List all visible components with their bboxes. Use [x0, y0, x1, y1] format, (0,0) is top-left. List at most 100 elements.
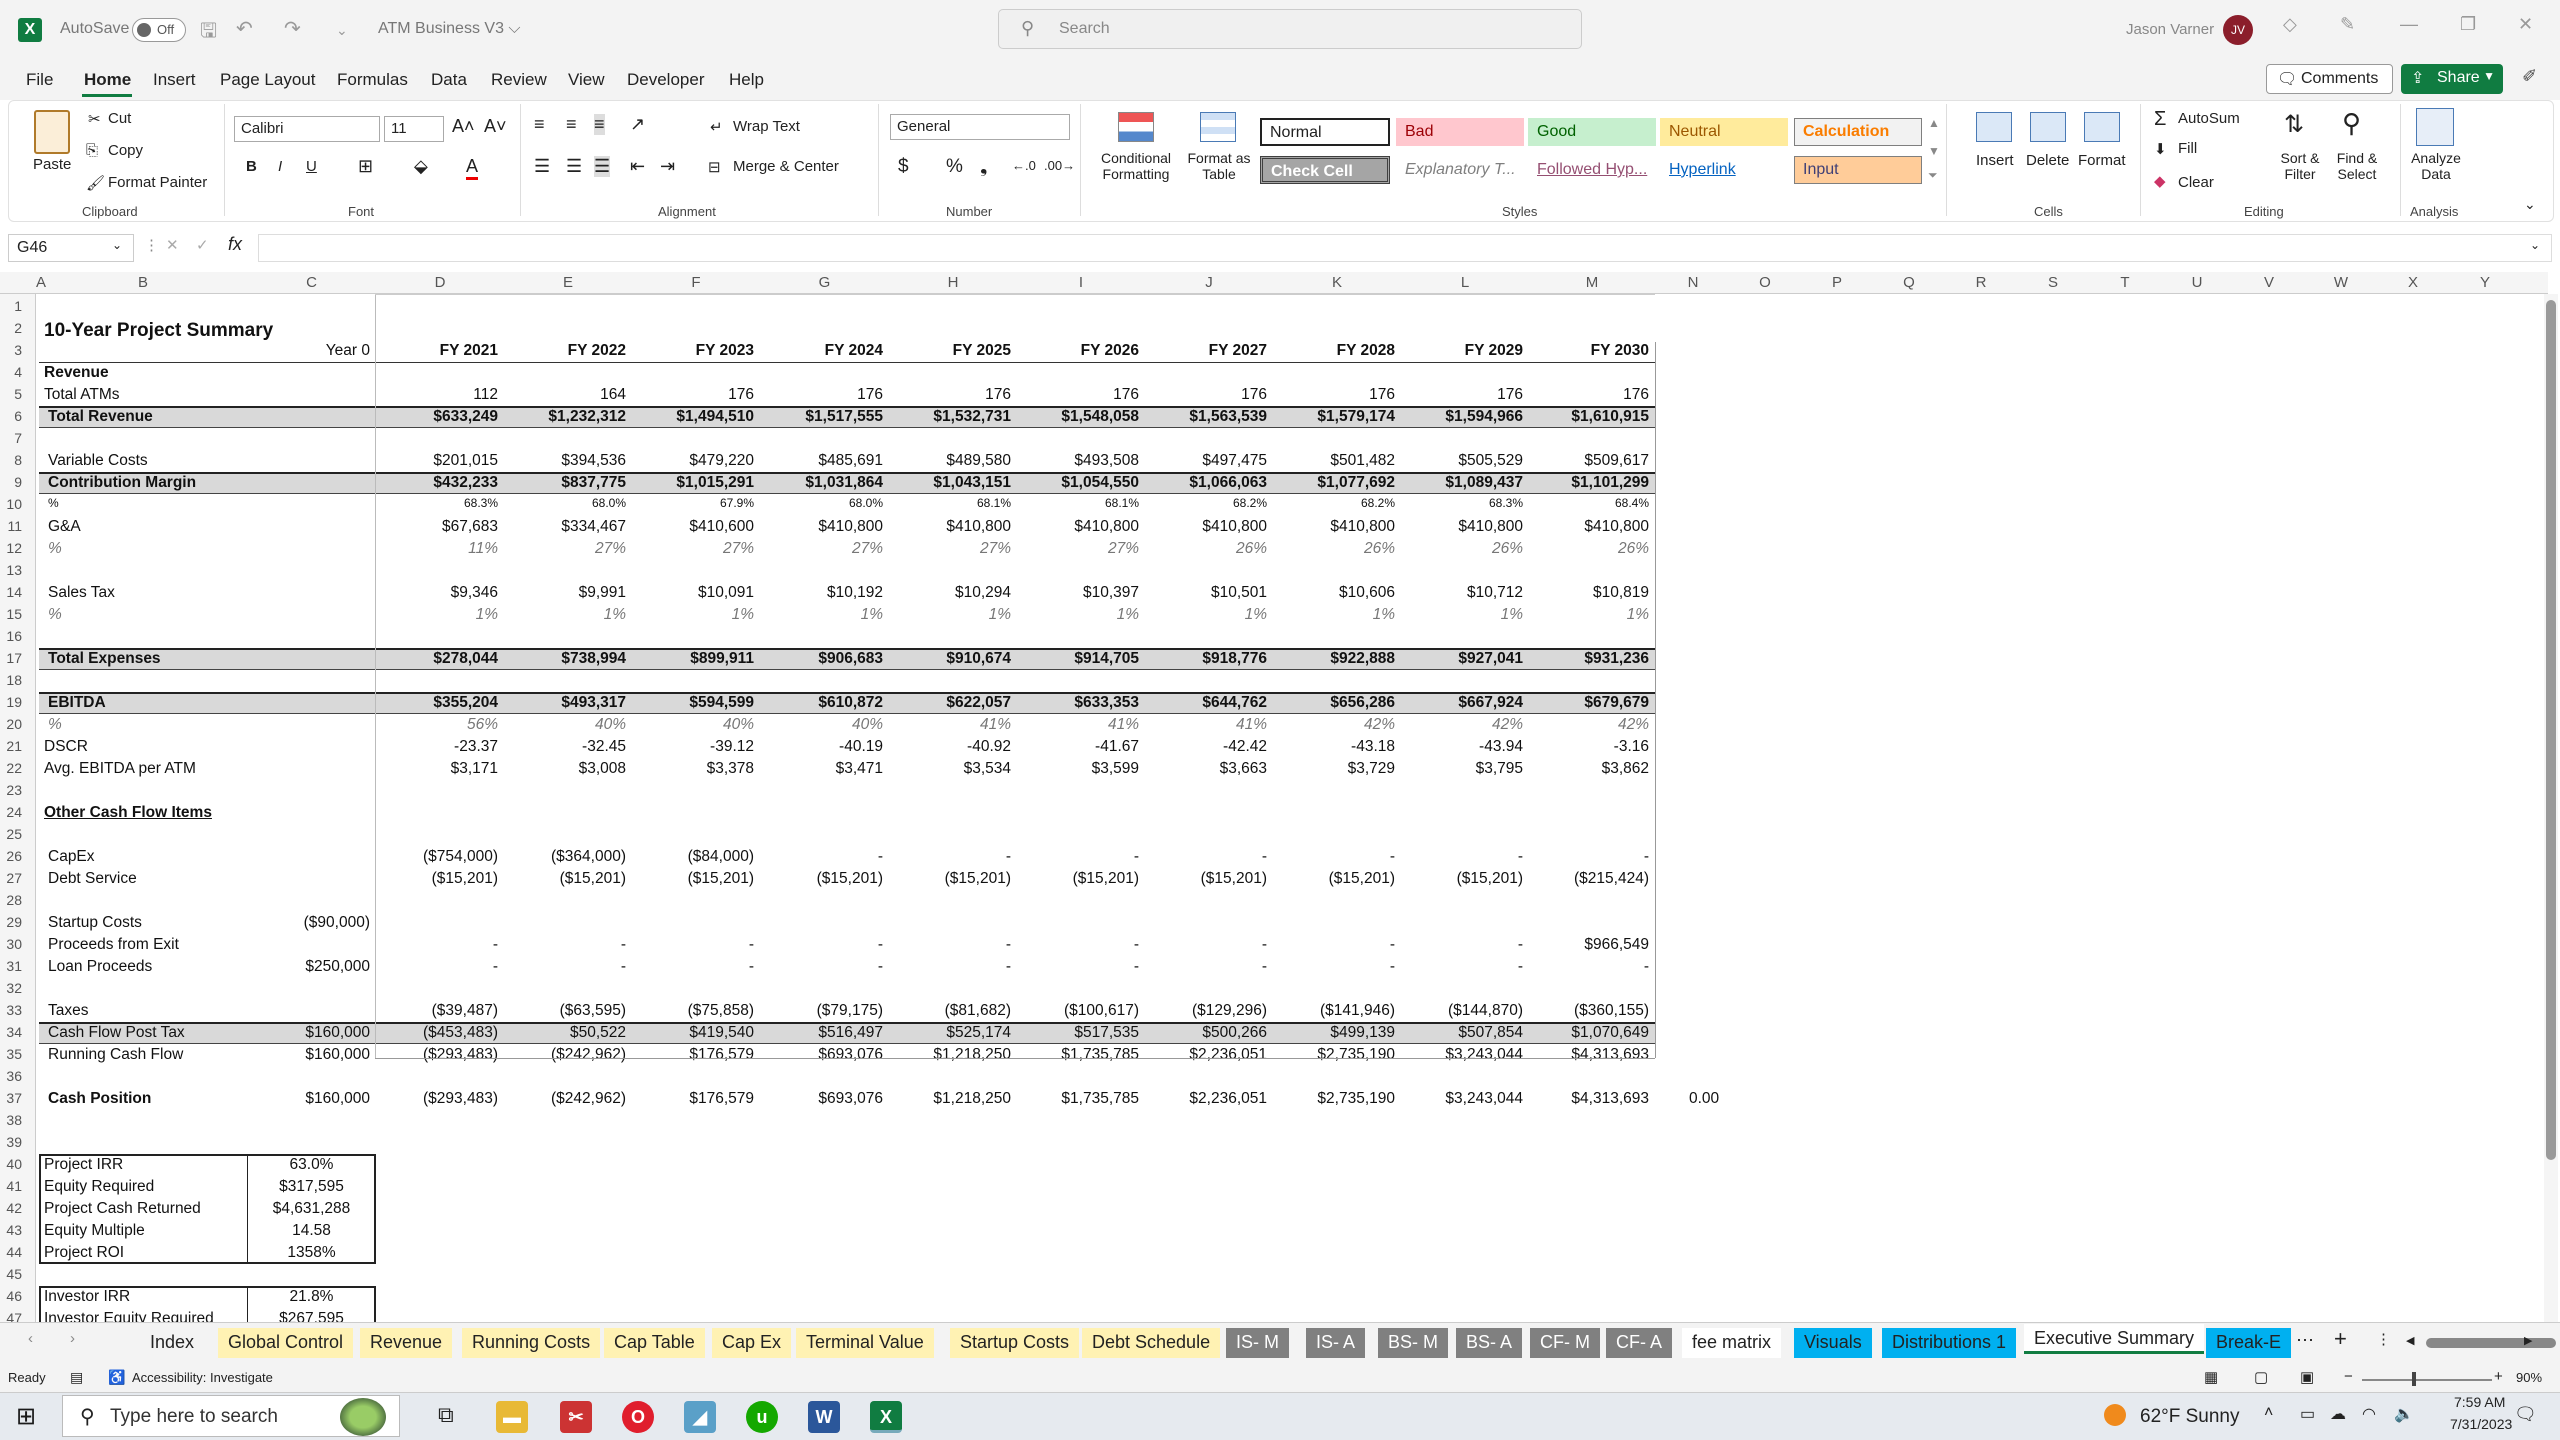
value-cell[interactable]: $201,015: [376, 452, 498, 470]
column-header-h[interactable]: H: [889, 274, 1017, 291]
style-explanatory[interactable]: Explanatory T...: [1396, 156, 1524, 184]
row-label[interactable]: DSCR: [44, 738, 88, 756]
increase-decimal-icon[interactable]: ←.0: [1012, 158, 1036, 173]
decrease-font-icon[interactable]: A˅: [484, 116, 507, 137]
value-cell[interactable]: $410,600: [632, 518, 754, 536]
metric-label[interactable]: Project ROI: [44, 1244, 124, 1262]
year0-value[interactable]: ($90,000): [247, 914, 370, 932]
row-header[interactable]: 42: [0, 1200, 22, 1216]
row-label[interactable]: Loan Proceeds: [48, 958, 152, 976]
value-cell[interactable]: -: [1273, 848, 1395, 866]
sheet-tab[interactable]: Revenue: [360, 1328, 453, 1358]
row-header[interactable]: 5: [0, 386, 22, 402]
row-header[interactable]: 38: [0, 1112, 22, 1128]
styles-more-icon[interactable]: ⏷: [1928, 168, 1938, 183]
sheet-tab[interactable]: Index: [140, 1328, 205, 1358]
add-sheet-icon[interactable]: +: [2334, 1326, 2347, 1352]
zoom-slider-thumb[interactable]: [2412, 1372, 2416, 1386]
value-cell[interactable]: 26%: [1401, 540, 1523, 558]
increase-font-icon[interactable]: A˄: [452, 116, 475, 137]
sheet-tab[interactable]: Distributions 1: [1882, 1328, 2017, 1358]
value-cell[interactable]: -23.37: [376, 738, 498, 756]
value-cell[interactable]: 40%: [632, 716, 754, 734]
row-header[interactable]: 32: [0, 980, 22, 996]
value-cell[interactable]: ($754,000): [376, 848, 498, 866]
value-cell[interactable]: $410,800: [1273, 518, 1395, 536]
year-header[interactable]: FY 2024: [760, 342, 883, 360]
value-cell[interactable]: -41.67: [1017, 738, 1139, 756]
year0-header[interactable]: Year 0: [247, 342, 370, 360]
value-cell[interactable]: $334,467: [504, 518, 626, 536]
value-cell[interactable]: $10,501: [1145, 584, 1267, 602]
sheet-tab[interactable]: IS- A: [1306, 1328, 1366, 1358]
value-cell[interactable]: ($81,682): [889, 1002, 1011, 1020]
value-cell[interactable]: $525,174: [889, 1024, 1011, 1042]
year-header[interactable]: FY 2021: [376, 342, 498, 360]
sheet-tab[interactable]: Terminal Value: [796, 1328, 934, 1358]
value-cell[interactable]: -: [1145, 958, 1267, 976]
menu-review[interactable]: Review: [491, 70, 547, 90]
delete-cells-icon[interactable]: [2030, 112, 2066, 142]
underline-icon[interactable]: U: [306, 158, 317, 175]
value-cell[interactable]: -: [1529, 958, 1649, 976]
value-cell[interactable]: 176: [1017, 386, 1139, 404]
insert-function-icon[interactable]: fx: [228, 234, 242, 255]
value-cell[interactable]: ($15,201): [1273, 870, 1395, 888]
value-cell[interactable]: ($453,483): [376, 1024, 498, 1042]
extra-value[interactable]: 0.00: [1689, 1090, 1719, 1108]
value-cell[interactable]: 176: [1273, 386, 1395, 404]
format-painter-icon[interactable]: 🖌: [86, 174, 105, 192]
more-icon[interactable]: ⋮: [144, 236, 159, 254]
value-cell[interactable]: ($15,201): [760, 870, 883, 888]
menu-data[interactable]: Data: [431, 70, 467, 90]
value-cell[interactable]: 42%: [1529, 716, 1649, 734]
autosum-button[interactable]: AutoSum: [2178, 110, 2240, 127]
value-cell[interactable]: $10,712: [1401, 584, 1523, 602]
value-cell[interactable]: $622,057: [889, 694, 1011, 712]
value-cell[interactable]: $910,674: [889, 650, 1011, 668]
style-input[interactable]: Input: [1794, 156, 1922, 184]
value-cell[interactable]: ($364,000): [504, 848, 626, 866]
align-top-icon[interactable]: ≡: [534, 114, 545, 135]
value-cell[interactable]: $738,994: [504, 650, 626, 668]
column-header-u[interactable]: U: [2161, 274, 2233, 291]
metric-label[interactable]: Project IRR: [44, 1156, 123, 1174]
menu-home[interactable]: Home: [84, 70, 131, 90]
value-cell[interactable]: 42%: [1401, 716, 1523, 734]
value-cell[interactable]: -: [376, 936, 498, 954]
value-cell[interactable]: -: [1017, 936, 1139, 954]
sheet-tab[interactable]: CF- A: [1606, 1328, 1673, 1358]
font-size-select[interactable]: 11: [384, 116, 444, 142]
sort-filter-icon[interactable]: ⇅: [2284, 110, 2304, 139]
sheet-tab[interactable]: BS- A: [1456, 1328, 1523, 1358]
value-cell[interactable]: 67.9%: [632, 496, 754, 510]
row-header[interactable]: 34: [0, 1024, 22, 1040]
year0-value[interactable]: $160,000: [247, 1046, 370, 1064]
value-cell[interactable]: 26%: [1145, 540, 1267, 558]
value-cell[interactable]: $693,076: [760, 1046, 883, 1064]
value-cell[interactable]: -: [1017, 848, 1139, 866]
avatar[interactable]: JV: [2223, 15, 2253, 45]
value-cell[interactable]: $2,735,190: [1273, 1046, 1395, 1064]
style-check-cell[interactable]: Check Cell: [1260, 156, 1390, 184]
row-header[interactable]: 31: [0, 958, 22, 974]
copy-icon[interactable]: ⎘: [86, 142, 98, 159]
value-cell[interactable]: ($242,962): [504, 1046, 626, 1064]
value-cell[interactable]: ($15,201): [1401, 870, 1523, 888]
value-cell[interactable]: $3,243,044: [1401, 1046, 1523, 1064]
paste-button[interactable]: Paste: [33, 156, 71, 173]
value-cell[interactable]: $489,580: [889, 452, 1011, 470]
value-cell[interactable]: ($84,000): [632, 848, 754, 866]
increase-indent-icon[interactable]: ⇥: [660, 156, 675, 177]
opera-icon[interactable]: O: [622, 1401, 654, 1433]
value-cell[interactable]: -: [1529, 848, 1649, 866]
sheet-tab[interactable]: BS- M: [1378, 1328, 1449, 1358]
align-bottom-icon[interactable]: ≡: [594, 114, 605, 135]
sheet-title[interactable]: 10-Year Project Summary: [44, 320, 273, 342]
value-cell[interactable]: 68.2%: [1145, 496, 1267, 510]
row-header[interactable]: 28: [0, 892, 22, 908]
number-format-select[interactable]: General: [890, 114, 1070, 140]
value-cell[interactable]: $410,800: [1017, 518, 1139, 536]
column-header-o[interactable]: O: [1729, 274, 1801, 291]
value-cell[interactable]: 176: [1529, 386, 1649, 404]
